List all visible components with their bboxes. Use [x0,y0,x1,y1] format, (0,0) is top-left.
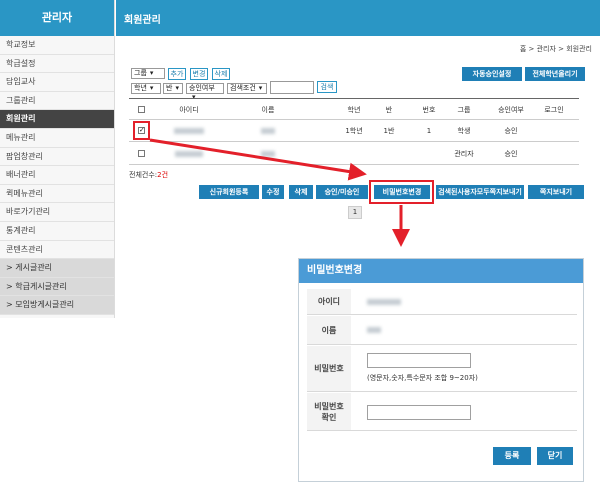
close-button[interactable]: 닫기 [537,447,573,465]
confirm-label-line2: 확인 [321,412,337,422]
dialog-id-label: 아이디 [307,289,351,314]
password-input[interactable] [367,353,471,368]
dialog-name-label: 이름 [307,316,351,344]
dialog-row-confirm: 비밀번호 확인 [307,393,577,431]
dialog-password-label: 비밀번호 [307,346,351,391]
arrow-to-password-button [149,138,367,181]
dialog-name-value-redacted [367,327,381,333]
dialog-row-name: 이름 [307,316,577,345]
dialog-confirm-label: 비밀번호 확인 [307,393,351,430]
dialog-title: 비밀번호변경 [299,259,583,283]
register-button[interactable]: 등록 [493,447,531,465]
password-hint: (영문자,숫자,특수문자 조합 9~20자) [367,374,478,382]
dialog-id-value-redacted [367,299,401,305]
password-confirm-input[interactable] [367,405,471,420]
dialog-row-password: 비밀번호 (영문자,숫자,특수문자 조합 9~20자) [307,346,577,392]
confirm-label-line1: 비밀번호 [314,401,344,411]
password-change-dialog: 비밀번호변경 아이디 이름 비밀번호 (영문자,숫자,특수문자 조합 9~20자… [298,258,584,482]
dialog-row-id: 아이디 [307,289,577,315]
